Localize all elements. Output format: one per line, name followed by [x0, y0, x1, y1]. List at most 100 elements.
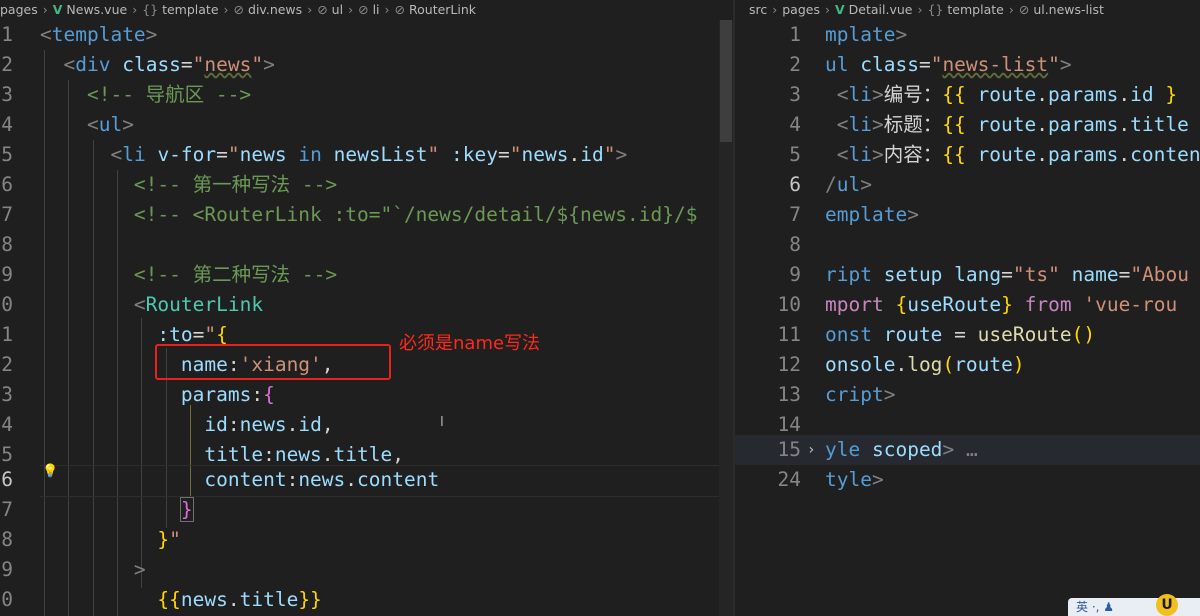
- code-line[interactable]: 4 <ul>: [0, 110, 733, 140]
- braces-icon: {}: [927, 2, 944, 17]
- code-line[interactable]: 5 <li v-for="news in newsList" :key="new…: [0, 140, 733, 170]
- braces-icon: {}: [142, 2, 159, 17]
- line-number: 4: [1, 113, 13, 136]
- breadcrumb-item[interactable]: pages: [782, 2, 820, 17]
- line-number: 3: [1, 383, 13, 406]
- fold-chevron-icon[interactable]: ›: [807, 442, 815, 458]
- text-cursor-icon: I: [440, 415, 444, 430]
- lightbulb-icon[interactable]: 💡: [42, 464, 58, 479]
- breadcrumb-item[interactable]: template: [162, 2, 218, 17]
- element-icon: ⊘: [358, 2, 369, 17]
- line-number: 8: [1, 233, 13, 256]
- line-number: 2: [789, 53, 801, 76]
- line-number: 4: [789, 113, 801, 136]
- ime-tray[interactable]: 英 ·, ♟: [1068, 598, 1200, 616]
- code-line[interactable]: 0 <RouterLink: [0, 290, 733, 320]
- breadcrumb-item[interactable]: RouterLink: [409, 2, 476, 17]
- line-number: 7: [1, 498, 13, 521]
- element-icon: ⊘: [394, 2, 405, 17]
- code-line[interactable]: 8 }": [0, 525, 733, 555]
- code-line[interactable]: 1 <template>: [0, 20, 733, 50]
- breadcrumb-item[interactable]: News.vue: [66, 2, 127, 17]
- line-number: 10: [777, 293, 801, 316]
- line-number: 6: [1, 173, 13, 196]
- code-line[interactable]: 4 <li>标题：{{ route.params.title: [735, 110, 1200, 140]
- line-number: 0: [1, 588, 13, 611]
- line-number: 24: [777, 468, 801, 491]
- code-line[interactable]: 7 <!-- <RouterLink :to="`/news/detail/${…: [0, 200, 733, 230]
- line-number: 4: [1, 413, 13, 436]
- breadcrumb-item[interactable]: template: [947, 2, 1003, 17]
- line-number: 9: [1, 558, 13, 581]
- breadcrumb-item[interactable]: src: [749, 2, 767, 17]
- element-icon: ⊘: [233, 2, 245, 17]
- code-line[interactable]: 6 <!-- 第一种写法 -->: [0, 170, 733, 200]
- line-number: 2: [1, 353, 13, 376]
- annotation-label: 必须是name写法: [399, 333, 541, 354]
- code-line[interactable]: 5 <li>内容：{{ route.params.content: [735, 140, 1200, 170]
- tray-badge[interactable]: U: [1156, 594, 1178, 616]
- line-number: 7: [1, 203, 13, 226]
- breadcrumb-item[interactable]: ul: [332, 2, 343, 17]
- line-number: 9: [1, 263, 13, 286]
- code-line[interactable]: 3 params:{: [0, 380, 733, 410]
- line-number: 8: [789, 233, 801, 256]
- line-number: 1: [1, 323, 13, 346]
- breadcrumb-item[interactable]: Detail.vue: [849, 2, 913, 17]
- code-line[interactable]: 3 <li>编号：{{ route.params.id }: [735, 80, 1200, 110]
- line-number: 5: [1, 143, 13, 166]
- code-line[interactable]: 12 onsole.log(route): [735, 350, 1200, 380]
- line-number: 1: [1, 23, 13, 46]
- code-line-current[interactable]: 6/ul>: [735, 170, 1200, 200]
- code-line[interactable]: 8: [735, 230, 1200, 260]
- code-line[interactable]: 0 {{news.title}}: [0, 585, 733, 615]
- code-line[interactable]: 9 <!-- 第二种写法 -->: [0, 260, 733, 290]
- line-number: 0: [1, 293, 13, 316]
- line-number: 5: [789, 143, 801, 166]
- line-number: 3: [1, 83, 13, 106]
- ime-language[interactable]: 英: [1076, 600, 1088, 614]
- code-line-folded[interactable]: 15 yle scoped> …: [735, 435, 1200, 465]
- breadcrumb-item[interactable]: div.news: [248, 2, 302, 17]
- breadcrumb-item[interactable]: li: [373, 2, 380, 17]
- code-line[interactable]: 2 ul class="news-list">: [735, 50, 1200, 80]
- code-line[interactable]: 11 onst route = useRoute(): [735, 320, 1200, 350]
- code-line-current[interactable]: 6 content:news.content: [0, 465, 733, 495]
- code-line[interactable]: 4 id:news.id,: [0, 410, 733, 440]
- code-line[interactable]: 3 <!-- 导航区 -->: [0, 80, 733, 110]
- element-icon: ⊘: [317, 2, 328, 17]
- line-number: 13: [777, 383, 801, 406]
- left-breadcrumb: pages › V News.vue ›{} template › ⊘ div.news › ⊘ ul…: [0, 2, 477, 17]
- code-line[interactable]: 10 mport {useRoute} from 'vue-rou: [735, 290, 1200, 320]
- vue-file-icon: V: [52, 2, 63, 17]
- code-line[interactable]: 2 <div class="news">: [0, 50, 733, 80]
- line-number: 8: [1, 528, 13, 551]
- highlight-box: [155, 344, 391, 380]
- scrollbar-thumb[interactable]: [720, 20, 732, 142]
- right-breadcrumb: src › pages › V Detail.vue ›{} template › ⊘ ul.new…: [749, 2, 1104, 17]
- code-line[interactable]: 1 mplate>: [735, 20, 1200, 50]
- code-line[interactable]: 9 ript setup lang="ts" name="Abou: [735, 260, 1200, 290]
- line-number: 11: [777, 323, 801, 346]
- line-number: 9: [789, 263, 801, 286]
- code-line[interactable]: 24 tyle>: [735, 465, 1200, 495]
- left-editor-pane[interactable]: pages › V News.vue ›{} template › ⊘ div.news › ⊘ ul…: [0, 0, 733, 616]
- vue-file-icon: V: [834, 2, 845, 17]
- left-scrollbar[interactable]: [719, 20, 733, 616]
- breadcrumb-item[interactable]: ul.news-list: [1033, 2, 1104, 17]
- line-number: 2: [1, 53, 13, 76]
- right-editor-pane[interactable]: src › pages › V Detail.vue ›{} template › ⊘ ul.new…: [735, 0, 1200, 616]
- breadcrumb-item[interactable]: pages: [0, 2, 38, 17]
- line-number: 6: [1, 468, 13, 491]
- line-number: 12: [777, 353, 801, 376]
- code-line[interactable]: 8: [0, 230, 733, 260]
- folded-ellipsis[interactable]: …: [966, 438, 978, 461]
- element-icon: ⊘: [1018, 2, 1030, 17]
- line-number: 7: [789, 203, 801, 226]
- line-number: 3: [789, 83, 801, 106]
- line-number: 15: [777, 438, 801, 461]
- code-line[interactable]: 9 >: [0, 555, 733, 585]
- code-line[interactable]: 7 }: [0, 495, 733, 525]
- code-line[interactable]: 7 emplate>: [735, 200, 1200, 230]
- code-line[interactable]: 13 cript>: [735, 380, 1200, 410]
